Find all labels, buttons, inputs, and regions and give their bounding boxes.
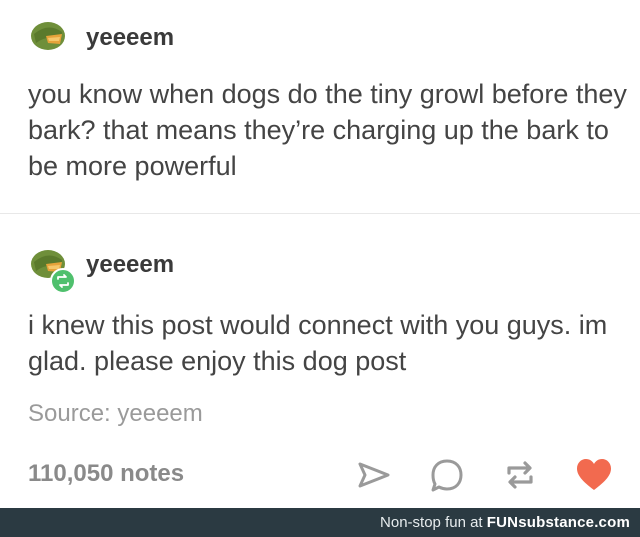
avatar-helmet-icon[interactable] — [28, 16, 68, 56]
watermark-brand: FUNsubstance.com — [486, 514, 630, 531]
watermark-text[interactable]: Non-stop fun at FUNsubstance.com — [380, 514, 630, 531]
share-icon[interactable] — [354, 455, 394, 495]
watermark-prefix: Non-stop fun at — [380, 514, 487, 531]
notes-count[interactable]: 110,050 notes — [28, 460, 184, 488]
reblog-text: i knew this post would connect with you … — [28, 310, 608, 376]
reply-icon[interactable] — [427, 455, 467, 495]
source-link[interactable]: Source: yeeeem — [28, 400, 203, 428]
post-divider — [0, 213, 640, 214]
original-post-username[interactable]: yeeeem — [86, 24, 174, 52]
tumblr-post: yeeeem you know when dogs do the tiny gr… — [0, 0, 640, 508]
reblog-badge-icon — [50, 268, 76, 294]
watermark-bar: Non-stop fun at FUNsubstance.com — [0, 508, 640, 537]
original-post-text: you know when dogs do the tiny growl bef… — [28, 79, 627, 181]
heart-icon[interactable] — [574, 455, 614, 495]
reblog-icon[interactable] — [500, 455, 540, 495]
reblog-username[interactable]: yeeeem — [86, 251, 174, 279]
